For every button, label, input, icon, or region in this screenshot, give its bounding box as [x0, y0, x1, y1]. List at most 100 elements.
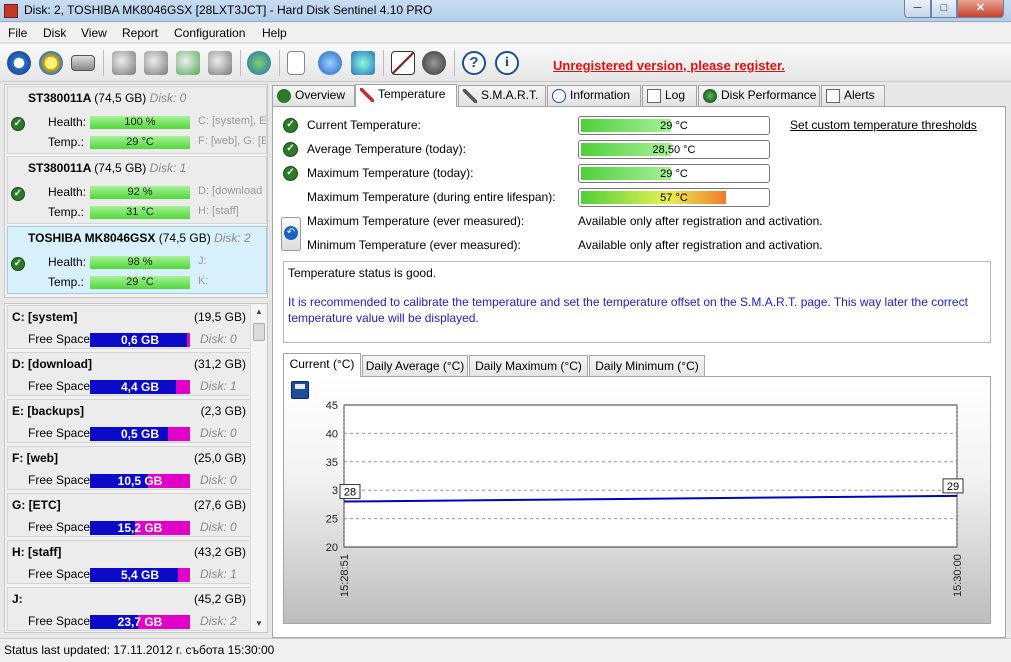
log-icon	[647, 89, 661, 103]
menu-help[interactable]: Help	[262, 26, 287, 40]
tab-smart[interactable]: S.M.A.R.T.	[458, 85, 546, 106]
free-space-label: Free Space	[28, 332, 91, 346]
ever-min-value: Available only after registration and ac…	[578, 238, 823, 252]
ever-max-label: Maximum Temperature (ever measured):	[307, 214, 525, 228]
tab-information[interactable]: Information	[547, 85, 641, 106]
disk-card-selected[interactable]: TOSHIBA MK8046GSX (74,5 GB) Disk: 2 ✓ He…	[7, 226, 267, 294]
free-space-value: 5,4 GB	[120, 568, 159, 582]
y-tick-label: 3	[332, 485, 338, 497]
free-space-value: 10,5 GB	[117, 474, 163, 488]
sync-icon[interactable]	[318, 51, 342, 75]
tab-log[interactable]: Log	[642, 85, 697, 106]
speaker-icon[interactable]	[422, 51, 446, 75]
usb-disk-tools-icon[interactable]	[208, 51, 232, 75]
menu-view[interactable]: View	[81, 26, 107, 40]
title-bar: Disk: 2, TOSHIBA MK8046GSX [28LXT3JCT] -…	[0, 0, 1011, 22]
main-tabs: Overview Temperature S.M.A.R.T. Informat…	[272, 84, 1008, 107]
volume-list: C: [system] (19,5 GB) Free Space 0,6 GB …	[4, 303, 268, 633]
disk-card[interactable]: ST380011A (74,5 GB) Disk: 0 ✓ Health: 10…	[7, 86, 267, 154]
help-icon[interactable]: ?	[462, 51, 486, 75]
register-link[interactable]: Unregistered version, please register.	[553, 58, 785, 73]
volume-name: E: [backups]	[12, 404, 85, 418]
usb-disk-check-icon[interactable]	[176, 51, 200, 75]
subtab-daily-minimum[interactable]: Daily Minimum (°C)	[589, 355, 705, 376]
disk-icon[interactable]	[71, 55, 95, 71]
volume-disk: Disk: 2	[200, 614, 237, 628]
health-bar: 100 %	[90, 116, 190, 129]
menu-file[interactable]: File	[8, 26, 27, 40]
network-icon[interactable]	[351, 51, 375, 75]
menu-report[interactable]: Report	[122, 26, 158, 40]
volume-scrollbar[interactable]: ▲ ▼	[250, 305, 266, 631]
free-space-label: Free Space	[28, 520, 91, 534]
subtab-daily-maximum[interactable]: Daily Maximum (°C)	[469, 355, 588, 376]
disk-number: Disk: 2	[214, 231, 251, 245]
volume-card[interactable]: E: [backups] (2,3 GB) Free Space 0,5 GB …	[7, 399, 253, 443]
disk-size: (74,5 GB)	[158, 231, 211, 245]
menu-configuration[interactable]: Configuration	[174, 26, 245, 40]
volume-size: (25,0 GB)	[193, 451, 246, 465]
subtab-daily-average[interactable]: Daily Average (°C)	[362, 355, 468, 376]
minimize-button[interactable]: ─	[904, 0, 931, 18]
disk-card[interactable]: ST380011A (74,5 GB) Disk: 1 ✓ Health: 92…	[7, 156, 267, 224]
refresh-icon[interactable]	[7, 51, 31, 75]
current-temp-label: Current Temperature:	[307, 118, 421, 132]
toolbar-separator	[103, 50, 104, 76]
info-icon[interactable]: i	[495, 51, 519, 75]
current-temp-value: 29 °C	[660, 120, 688, 132]
volume-card[interactable]: D: [download] (31,2 GB) Free Space 4,4 G…	[7, 352, 253, 396]
data-label: 29	[947, 481, 959, 493]
status-bar: Status last updated: 17.11.2012 г. събот…	[0, 638, 1011, 662]
ever-min-label: Minimum Temperature (ever measured):	[307, 238, 521, 252]
usb-disk-refresh-icon[interactable]	[144, 51, 168, 75]
menu-disk[interactable]: Disk	[43, 26, 66, 40]
tab-alerts[interactable]: Alerts	[821, 85, 885, 106]
threshold-link[interactable]: Set custom temperature thresholds	[790, 118, 977, 132]
disk-name-line: TOSHIBA MK8046GSX (74,5 GB) Disk: 2	[28, 231, 251, 245]
tab-overview[interactable]: Overview	[272, 85, 355, 106]
usb-disk-icon[interactable]	[112, 51, 136, 75]
alerts-icon	[826, 89, 840, 103]
tab-temperature[interactable]: Temperature	[355, 84, 457, 107]
volume-size: (31,2 GB)	[193, 357, 246, 371]
health-label: Health:	[48, 185, 87, 199]
free-space-bar: 5,4 GB	[90, 568, 190, 582]
volume-card[interactable]: J: (45,2 GB) Free Space 23,7 GB Disk: 2	[7, 587, 253, 631]
back-button[interactable]: ↶	[281, 217, 301, 251]
subtab-current[interactable]: Current (°C)	[283, 353, 361, 377]
volume-name: H: [staff]	[12, 545, 62, 559]
free-space-label: Free Space	[28, 379, 91, 393]
scroll-up-icon[interactable]: ▲	[251, 305, 267, 319]
temp-bar: 29 °C	[90, 136, 190, 149]
report-icon[interactable]	[287, 51, 305, 75]
status-box: Temperature status is good. It is recomm…	[283, 261, 991, 343]
globe-disk-icon[interactable]	[247, 51, 271, 75]
volume-disk: Disk: 0	[200, 426, 237, 440]
disk-list: ST380011A (74,5 GB) Disk: 0 ✓ Health: 10…	[4, 84, 268, 298]
alert-icon[interactable]	[39, 51, 63, 75]
calibration-note: It is recommended to calibrate the tempe…	[288, 295, 968, 325]
x-tick-label: 15:30:00	[952, 554, 964, 597]
toolbar-separator	[279, 50, 280, 76]
tab-label: Temperature	[378, 87, 446, 101]
scroll-down-icon[interactable]: ▼	[251, 617, 267, 631]
health-bar: 92 %	[90, 186, 190, 199]
volume-card[interactable]: C: [system] (19,5 GB) Free Space 0,6 GB …	[7, 305, 253, 349]
maximize-button[interactable]: □	[931, 0, 957, 18]
volume-card[interactable]: F: [web] (25,0 GB) Free Space 10,5 GB Di…	[7, 446, 253, 490]
volume-size: (27,6 GB)	[193, 498, 246, 512]
volume-card[interactable]: H: [staff] (43,2 GB) Free Space 5,4 GB D…	[7, 540, 253, 584]
free-space-bar: 23,7 GB	[90, 615, 190, 629]
volume-card[interactable]: G: [ETC] (27,6 GB) Free Space 15,2 GB Di…	[7, 493, 253, 537]
ok-check-icon: ✓	[11, 257, 25, 271]
scroll-thumb[interactable]	[253, 323, 265, 341]
chart-icon[interactable]	[391, 51, 415, 75]
avg-temp-label: Average Temperature (today):	[307, 142, 466, 156]
max-today-label: Maximum Temperature (today):	[307, 166, 474, 180]
disk-number: Disk: 1	[149, 161, 187, 175]
tab-disk-performance[interactable]: Disk Performance	[698, 85, 820, 106]
temp-bar: 29 °C	[90, 276, 190, 289]
close-button[interactable]: ✕	[957, 0, 1004, 18]
free-space-bar: 4,4 GB	[90, 380, 190, 394]
disk-name: ST380011A	[28, 91, 91, 105]
